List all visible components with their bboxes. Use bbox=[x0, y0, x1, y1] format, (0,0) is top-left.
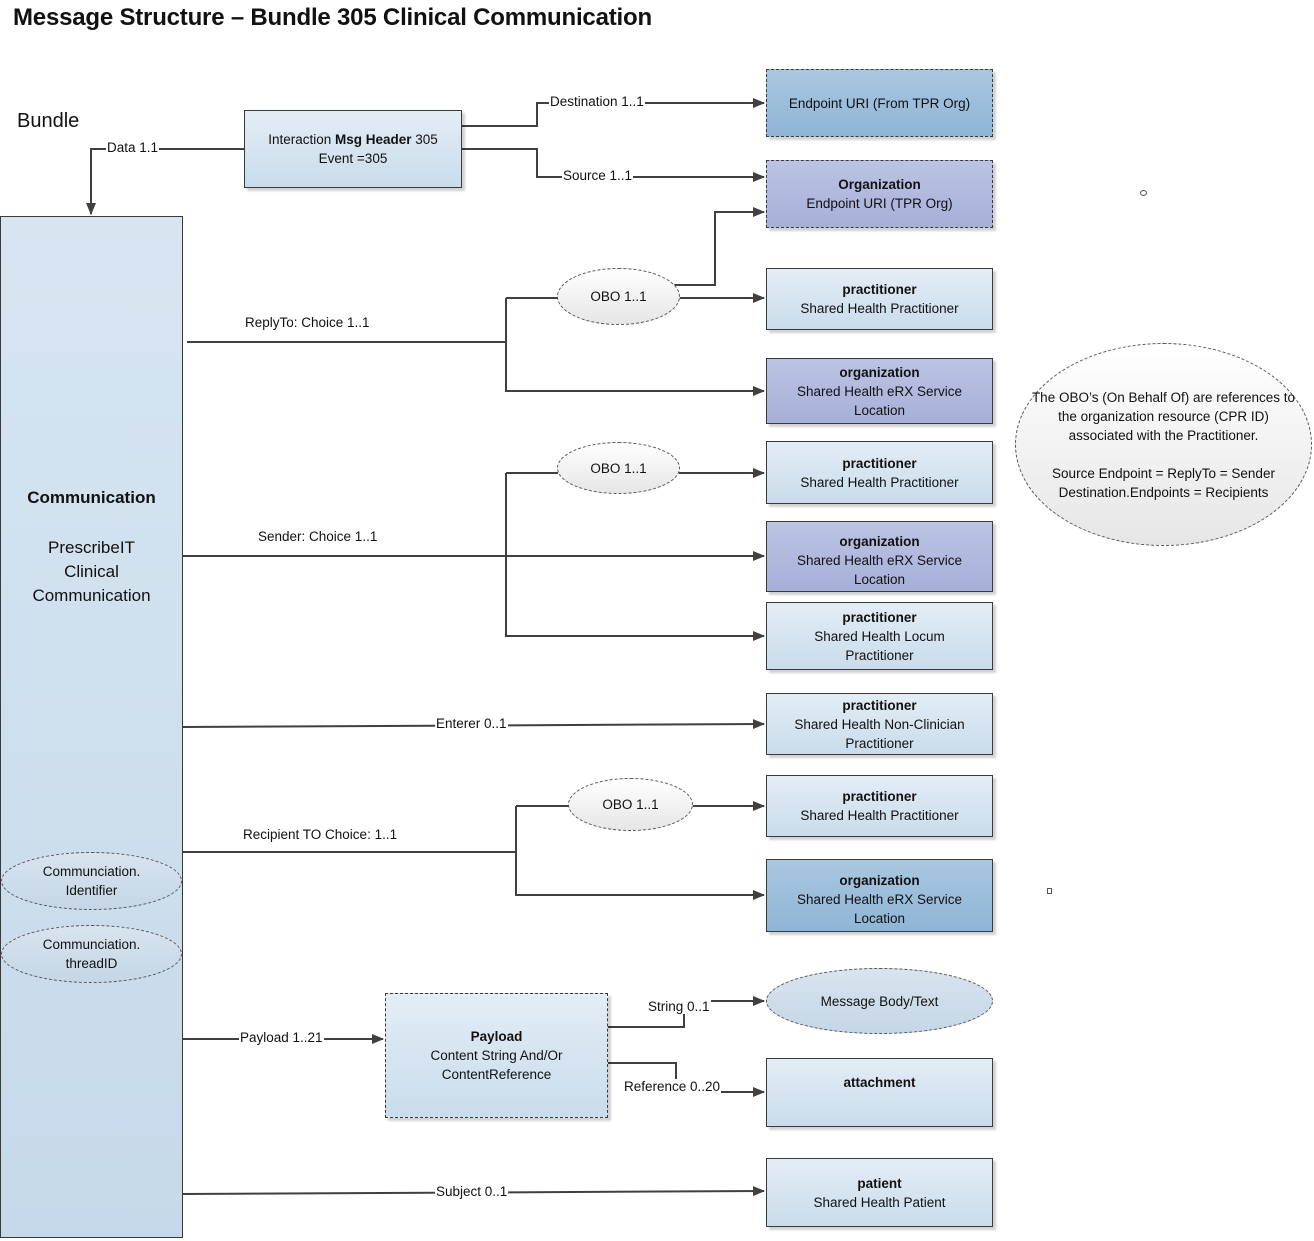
small-circle-shape[interactable] bbox=[1140, 190, 1147, 196]
label-enterer: Enterer 0..1 bbox=[435, 716, 508, 731]
label-recipient: Recipient TO Choice: 1..1 bbox=[243, 827, 398, 842]
node-organization-source[interactable]: Organization Endpoint URI (TPR Org) bbox=[766, 160, 993, 228]
node-text: Endpoint URI (From TPR Org) bbox=[788, 95, 971, 111]
node-title: practitioner bbox=[842, 455, 917, 471]
node-title: Organization bbox=[838, 177, 921, 192]
communication-box[interactable] bbox=[0, 216, 183, 1238]
obo-oval-sender[interactable]: OBO 1..1 bbox=[557, 442, 680, 494]
node-title: organization bbox=[839, 534, 920, 549]
node-message-body[interactable]: Message Body/Text bbox=[766, 968, 993, 1034]
note-paragraph-2-line-2: Destination.Endpoints = Recipients bbox=[1058, 484, 1269, 500]
node-text: Shared Health Practitioner bbox=[800, 301, 959, 316]
msg-header-box[interactable]: Interaction Msg Header 305 Event =305 bbox=[244, 110, 462, 188]
node-title: practitioner bbox=[842, 697, 917, 713]
label-destination: Destination 1..1 bbox=[549, 94, 645, 109]
label-reference: Reference 0..20 bbox=[623, 1079, 722, 1094]
label-subject: Subject 0..1 bbox=[435, 1184, 509, 1199]
communication-identifier-oval[interactable]: Communciation. Identifier bbox=[1, 852, 182, 910]
communication-subtitle-line: PrescribeIT bbox=[48, 538, 135, 557]
note-oval[interactable]: The OBO’s (On Behalf Of) are references … bbox=[1015, 343, 1312, 546]
node-sender-locum[interactable]: practitioner Shared Health Locum Practit… bbox=[766, 602, 993, 670]
node-sender-practitioner[interactable]: practitioner Shared Health Practitioner bbox=[766, 441, 993, 504]
node-text: Shared Health Locum Practitioner bbox=[814, 628, 945, 663]
communication-subtitle-line: Communication bbox=[32, 586, 151, 605]
node-text: Shared Health Patient bbox=[813, 1194, 946, 1210]
threadid-line: Communciation. bbox=[42, 937, 141, 952]
node-text: Shared Health Non-Clinician Practitioner bbox=[794, 716, 965, 751]
label-string: String 0..1 bbox=[647, 999, 711, 1014]
node-attachment[interactable]: attachment bbox=[766, 1058, 993, 1127]
label-sender: Sender: Choice 1..1 bbox=[258, 529, 378, 544]
node-title: patient bbox=[857, 1175, 902, 1191]
node-title: organization bbox=[839, 364, 920, 380]
obo-oval-recipient[interactable]: OBO 1..1 bbox=[568, 778, 693, 831]
communication-subtitle: PrescribeIT Clinical Communication bbox=[0, 536, 183, 608]
node-title: organization bbox=[839, 873, 920, 888]
label-replyto: ReplyTo: Choice 1..1 bbox=[245, 315, 370, 330]
communication-subtitle-line: Clinical bbox=[64, 562, 119, 581]
node-title: practitioner bbox=[842, 789, 917, 804]
note-paragraph-2-line-1: Source Endpoint = ReplyTo = Sender bbox=[1052, 465, 1275, 481]
threadid-line: threadID bbox=[65, 956, 118, 971]
identifier-line: Communciation. bbox=[42, 864, 141, 879]
connector-lines bbox=[86, 98, 765, 1197]
node-enterer-practitioner[interactable]: practitioner Shared Health Non-Clinician… bbox=[766, 693, 993, 755]
label-payload: Payload 1..21 bbox=[239, 1030, 324, 1045]
msg-header-bold: Msg Header bbox=[334, 132, 412, 147]
node-recipient-practitioner[interactable]: practitioner Shared Health Practitioner bbox=[766, 775, 993, 837]
msg-header-prefix: Interaction bbox=[268, 132, 335, 147]
node-recipient-organization[interactable]: organization Shared Health eRX Service L… bbox=[766, 859, 993, 932]
msg-header-suffix: 305 bbox=[411, 132, 438, 147]
node-text: Shared Health Practitioner bbox=[800, 474, 959, 490]
node-text: Shared Health eRX Service Location bbox=[796, 383, 963, 418]
node-replyto-practitioner[interactable]: practitioner Shared Health Practitioner bbox=[766, 268, 993, 330]
label-data: Data 1.1 bbox=[106, 140, 160, 155]
small-square-shape[interactable] bbox=[1047, 888, 1052, 894]
obo-oval-replyto[interactable]: OBO 1..1 bbox=[557, 268, 680, 325]
node-patient[interactable]: patient Shared Health Patient bbox=[766, 1158, 993, 1227]
node-title: practitioner bbox=[842, 282, 917, 297]
node-title: attachment bbox=[843, 1075, 916, 1090]
node-text: Shared Health eRX Service Location bbox=[796, 892, 963, 926]
identifier-line: Identifier bbox=[65, 883, 118, 898]
communication-title: Communication bbox=[27, 488, 156, 507]
node-sender-organization[interactable]: organization Shared Health eRX Service L… bbox=[766, 521, 993, 592]
node-title: practitioner bbox=[842, 609, 917, 625]
node-text: Shared Health eRX Service Location bbox=[796, 553, 963, 587]
msg-header-event: Event =305 bbox=[318, 151, 388, 166]
node-payload[interactable]: Payload Content String And/Or ContentRef… bbox=[385, 993, 608, 1118]
node-text: Content String And/Or ContentReference bbox=[430, 1048, 563, 1082]
label-source: Source 1..1 bbox=[562, 168, 634, 183]
node-endpoint-destination[interactable]: Endpoint URI (From TPR Org) bbox=[766, 69, 993, 137]
connector-data bbox=[86, 148, 244, 215]
node-text: Endpoint URI (TPR Org) bbox=[806, 196, 953, 211]
node-replyto-organization[interactable]: organization Shared Health eRX Service L… bbox=[766, 358, 993, 424]
communication-threadid-oval[interactable]: Communciation. threadID bbox=[1, 925, 182, 983]
msg-header-line1: Interaction Msg Header 305 bbox=[268, 130, 438, 149]
node-text: Shared Health Practitioner bbox=[800, 808, 959, 823]
note-paragraph-1: The OBO’s (On Behalf Of) are references … bbox=[1031, 389, 1296, 443]
node-title: Payload bbox=[470, 1029, 523, 1044]
